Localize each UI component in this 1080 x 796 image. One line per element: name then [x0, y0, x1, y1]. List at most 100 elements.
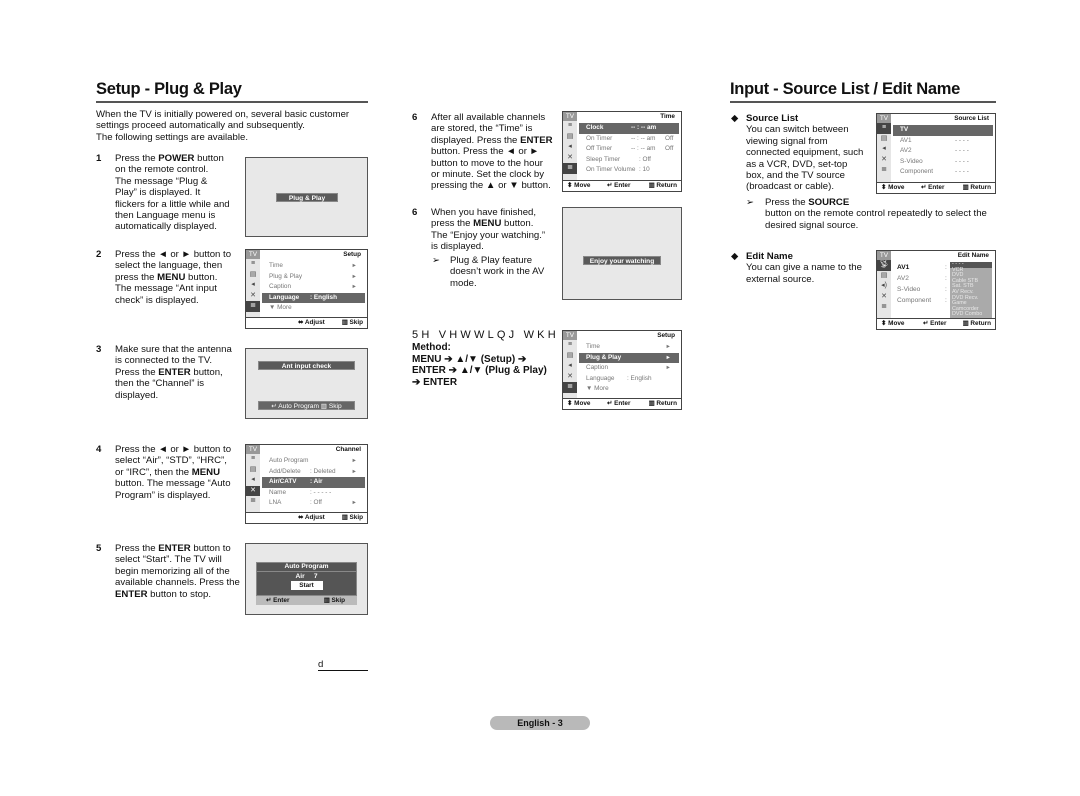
osd-menu-item[interactable]: Off Timer -- : -- am Off: [579, 144, 679, 155]
reset-heading-garbled: 5H VHWWLQJ WKH 3O: [412, 329, 587, 341]
osd-menu-item[interactable]: LNA: Off ►: [262, 498, 365, 509]
source-list-line: connected equipment, such: [746, 147, 864, 159]
osd-menu-item[interactable]: On Timer -- : -- am Off: [579, 134, 679, 145]
antenna-icon[interactable]: ≡: [877, 123, 891, 134]
step-text: button to stop.: [147, 588, 211, 600]
sound-icon[interactable]: ◂: [563, 142, 577, 153]
antenna-icon[interactable]: ≡: [246, 454, 260, 465]
channel-icon[interactable]: ✕: [246, 485, 260, 496]
sound-icon[interactable]: ◂: [563, 361, 577, 372]
osd-menu-item[interactable]: ▼ More: [579, 384, 679, 395]
osd-menu-item[interactable]: ▼ More: [262, 303, 365, 314]
step-line: When you have finished,: [431, 207, 562, 218]
channel-icon[interactable]: ✕: [563, 372, 577, 383]
menu-item-label: AV2: [900, 147, 912, 154]
channel-icon[interactable]: ✕: [563, 153, 577, 164]
ant-input-check-screen: Ant input check ↵ Auto Program ▥ Skip: [245, 348, 368, 419]
osd-menu-item[interactable]: Auto Program ►: [262, 456, 365, 467]
auto-program-source: Air: [295, 573, 305, 580]
step-6b: 6 When you have finished, press the MENU b…: [412, 207, 562, 253]
picture-icon[interactable]: ▤: [563, 132, 577, 143]
source-name[interactable]: S-Video: [897, 284, 931, 295]
step-text: The “Enjoy your watching.”: [431, 229, 546, 241]
setup-icon[interactable]: ≣: [877, 165, 891, 176]
setup-icon[interactable]: ≣: [563, 163, 577, 174]
antenna-icon[interactable]: ≡: [246, 259, 260, 270]
setup-icon[interactable]: ≣: [246, 496, 260, 507]
channel-icon[interactable]: ✕: [246, 291, 260, 302]
sound-icon[interactable]: ◂: [877, 144, 891, 155]
setup-icon[interactable]: ≣: [246, 301, 260, 312]
osd-menu-item[interactable]: Caption ►: [579, 363, 679, 374]
name-options-list[interactable]: - - - - VCR DVD Cable STB Sat. STB AV Recv. DV…: [950, 261, 992, 319]
channel-icon[interactable]: ✕: [877, 155, 891, 166]
button-name: MENU: [157, 271, 186, 283]
osd-menu-item[interactable]: AV1 - - - -: [893, 136, 993, 147]
antenna-icon[interactable]: ≡: [563, 121, 577, 132]
start-button[interactable]: Start: [290, 581, 323, 590]
title-rule: [96, 101, 368, 103]
osd-menu-item[interactable]: Sleep Timer: Off: [579, 155, 679, 166]
osd-menu-item[interactable]: Language: English: [262, 292, 365, 303]
osd-menu-item[interactable]: TV: [893, 125, 993, 136]
adjust-hint: ⬌ Adjust: [298, 514, 325, 521]
picture-icon[interactable]: ▤: [246, 270, 260, 281]
picture-icon[interactable]: ▤: [877, 134, 891, 145]
step-4: 4 Press the ◄ or ► button to select “Air”,…: [96, 444, 241, 501]
footnote-mark: d: [318, 660, 368, 671]
osd-menu-item[interactable]: Time ►: [579, 342, 679, 353]
source-name[interactable]: AV2: [897, 273, 931, 284]
setup-icon[interactable]: ≣: [563, 382, 577, 393]
osd-menu-item[interactable]: AV2 - - - -: [893, 146, 993, 157]
step-line: press the MENU button.: [115, 272, 241, 283]
osd-menu-item[interactable]: Plug & Play ►: [262, 272, 365, 283]
sound-icon[interactable]: ◂: [246, 280, 260, 291]
osd-menu-item[interactable]: Add/Delete: Deleted ►: [262, 467, 365, 478]
step-text: select “Start”. The TV will: [115, 554, 222, 566]
osd-tv-label: TV: [246, 250, 260, 259]
submenu-arrow-icon: ►: [351, 458, 357, 464]
diamond-bullet-icon: ◆: [731, 251, 739, 262]
section-title-plug-and-play: Setup - Plug & Play: [96, 80, 242, 98]
source-name[interactable]: AV1: [897, 262, 931, 273]
enter-hint: ↵ Enter: [921, 184, 945, 191]
step-text: are stored, the “Time” is: [431, 123, 533, 135]
move-hint: ⬍ Move: [881, 320, 905, 327]
osd-menu-item[interactable]: On Timer Volume: 10: [579, 165, 679, 176]
step-text: Press the ◄ or ► button to: [115, 444, 232, 455]
step-text: The message “Ant input: [115, 283, 217, 295]
step-line: select “Air”, “STD”, “HRC”,: [115, 455, 241, 466]
note-arrow-icon: ➢: [432, 255, 441, 266]
step-text: button: [194, 153, 224, 164]
osd-menu-item[interactable]: Plug & Play ►: [579, 352, 679, 363]
button-name: ENTER: [520, 134, 553, 146]
source-list-line: You can switch between: [746, 124, 849, 136]
osd-menu-item[interactable]: Component - - - -: [893, 167, 993, 178]
osd-menu-item[interactable]: Time ►: [262, 261, 365, 272]
submenu-arrow-icon: ►: [351, 500, 357, 506]
osd-menu-item[interactable]: Air/CATV: Air: [262, 477, 365, 488]
menu-item-label: On Timer: [586, 134, 613, 142]
step-line: Press the ENTER button to: [115, 543, 244, 554]
osd-menu-item[interactable]: Language: English: [579, 374, 679, 385]
osd-menu-item[interactable]: Caption ►: [262, 282, 365, 293]
button-name: MENU: [191, 466, 221, 478]
picture-icon[interactable]: ▤: [246, 465, 260, 476]
source-list-section: ◆ Source List You can switch between vie…: [731, 113, 871, 193]
step-line: check” is displayed.: [115, 295, 241, 306]
picture-icon[interactable]: ▤: [563, 351, 577, 362]
source-name[interactable]: Component: [897, 295, 931, 306]
menu-item-label: Clock: [586, 124, 604, 131]
step-line: Make sure that the antenna: [115, 344, 241, 355]
osd-menu-item[interactable]: Clock -- : -- am: [579, 123, 679, 134]
step-text: Press the: [115, 153, 159, 164]
osd-menu-item[interactable]: Name: - - - - -: [262, 488, 365, 499]
menu-item-value: -- : -- am: [631, 134, 656, 142]
step-line: Press the ◄ or ► button to: [115, 444, 241, 455]
submenu-arrow-icon: ►: [351, 468, 357, 475]
auto-program-title: Auto Program: [257, 563, 356, 572]
sound-icon[interactable]: ◂: [246, 475, 260, 486]
antenna-icon[interactable]: ≡: [563, 340, 577, 351]
step-text: or “IRC”, then the: [115, 466, 192, 478]
osd-menu-item[interactable]: S-Video - - - -: [893, 157, 993, 168]
